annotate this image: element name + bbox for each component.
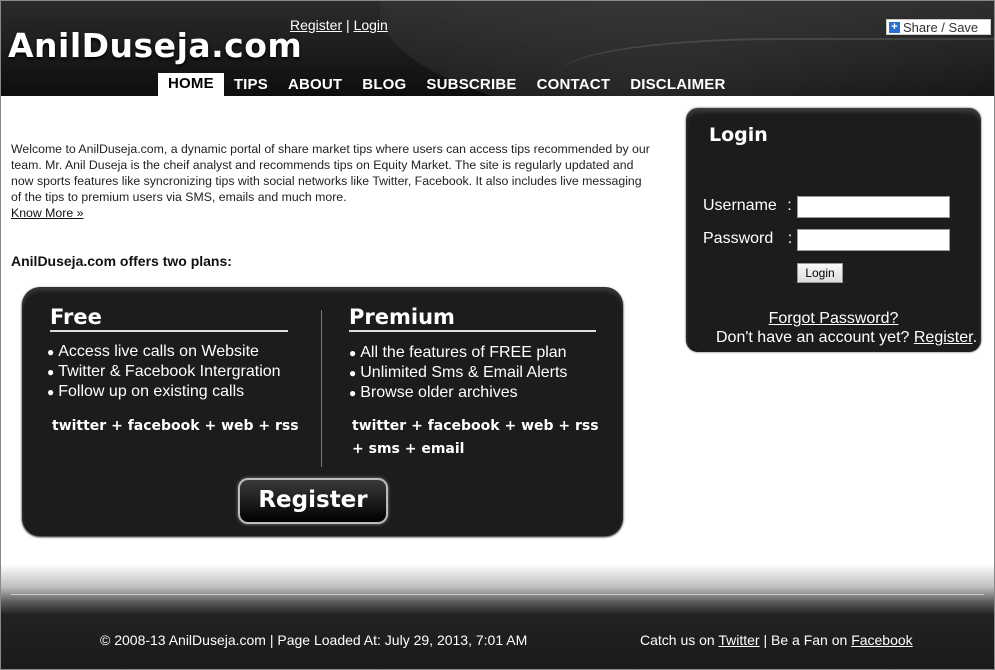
footer-twitter-link[interactable]: Twitter (718, 632, 759, 648)
login-panel: Login Username : Password : Login Forgot… (686, 108, 981, 352)
free-plan-title: Free (50, 305, 288, 332)
plans-divider (321, 310, 322, 467)
footer-facebook-link[interactable]: Facebook (851, 632, 912, 648)
free-feature-item: Twitter & Facebook Intergration (47, 362, 280, 382)
premium-feature-item: Unlimited Sms & Email Alerts (349, 363, 567, 383)
free-feature-item: Access live calls on Website (47, 342, 281, 362)
premium-plan-title: Premium (349, 305, 596, 332)
header-login-link[interactable]: Login (354, 17, 388, 33)
header-register-link[interactable]: Register (290, 17, 342, 33)
register-plan-button[interactable]: Register (238, 478, 388, 524)
main-nav: HOME TIPS ABOUT BLOG SUBSCRIBE CONTACT D… (158, 73, 736, 96)
share-save-button[interactable]: + Share / Save (886, 19, 991, 35)
know-more-link[interactable]: Know More » (11, 206, 83, 220)
signup-suffix: . (972, 329, 978, 346)
username-label: Username : (703, 197, 792, 215)
nav-item-about[interactable]: ABOUT (278, 73, 352, 96)
username-input[interactable] (797, 196, 950, 218)
auth-links: Register | Login (290, 17, 388, 33)
premium-feature-item: Browse older archives (349, 383, 567, 403)
password-colon: : (787, 230, 793, 247)
free-plan-channels: twitter + facebook + web + rss (52, 415, 299, 438)
premium-channels-line: twitter + facebook + web + rss (352, 418, 599, 434)
premium-feature-item: All the features of FREE plan (349, 343, 567, 363)
site-logo[interactable]: AnilDuseja.com (8, 26, 302, 65)
premium-plan-features: All the features of FREE plan Unlimited … (349, 343, 567, 403)
password-input[interactable] (797, 229, 950, 251)
nav-item-disclaimer[interactable]: DISCLAIMER (620, 73, 735, 96)
intro-text: Welcome to AnilDuseja.com, a dynamic por… (11, 142, 650, 204)
signup-prompt: Don't have an account yet? Register. (716, 329, 977, 347)
auth-separator: | (346, 17, 350, 33)
login-title: Login (709, 124, 768, 146)
free-plan-features: Access live calls on Website Twitter & F… (47, 342, 281, 402)
premium-channels-line: + sms + email (352, 441, 465, 457)
footer-divider (11, 594, 984, 595)
password-label-text: Password (703, 230, 774, 247)
nav-item-home[interactable]: HOME (158, 73, 224, 96)
signup-register-link[interactable]: Register (914, 329, 973, 346)
free-channels-line: twitter + facebook + web + rss (52, 418, 299, 434)
plus-icon: + (889, 21, 900, 33)
nav-item-blog[interactable]: BLOG (352, 73, 416, 96)
footer-copyright: © 2008-13 AnilDuseja.com | Page Loaded A… (100, 632, 528, 648)
plans-heading: AnilDuseja.com offers two plans: (11, 253, 232, 269)
site-header: AnilDuseja.com Register | Login + Share … (0, 0, 995, 96)
share-save-label: Share / Save (903, 19, 979, 35)
plans-panel: Free Access live calls on Website Twitte… (22, 287, 623, 536)
signup-prefix: Don't have an account yet? (716, 329, 914, 346)
login-submit-button[interactable]: Login (797, 263, 843, 283)
be-a-fan-text: | Be a Fan on (759, 632, 852, 648)
password-label: Password : (703, 230, 792, 248)
nav-item-tips[interactable]: TIPS (224, 73, 278, 96)
site-footer: © 2008-13 AnilDuseja.com | Page Loaded A… (0, 564, 995, 670)
intro-paragraph: Welcome to AnilDuseja.com, a dynamic por… (11, 141, 651, 221)
nav-item-contact[interactable]: CONTACT (527, 73, 621, 96)
username-colon: : (787, 197, 792, 214)
username-label-text: Username (703, 197, 777, 214)
footer-social-links: Catch us on Twitter | Be a Fan on Facebo… (640, 632, 913, 648)
forgot-password-link[interactable]: Forgot Password? (686, 310, 981, 328)
catch-us-text: Catch us on (640, 632, 719, 648)
premium-plan-channels: twitter + facebook + web + rss + sms + e… (352, 415, 599, 461)
free-feature-item: Follow up on existing calls (47, 382, 281, 402)
nav-item-subscribe[interactable]: SUBSCRIBE (416, 73, 526, 96)
